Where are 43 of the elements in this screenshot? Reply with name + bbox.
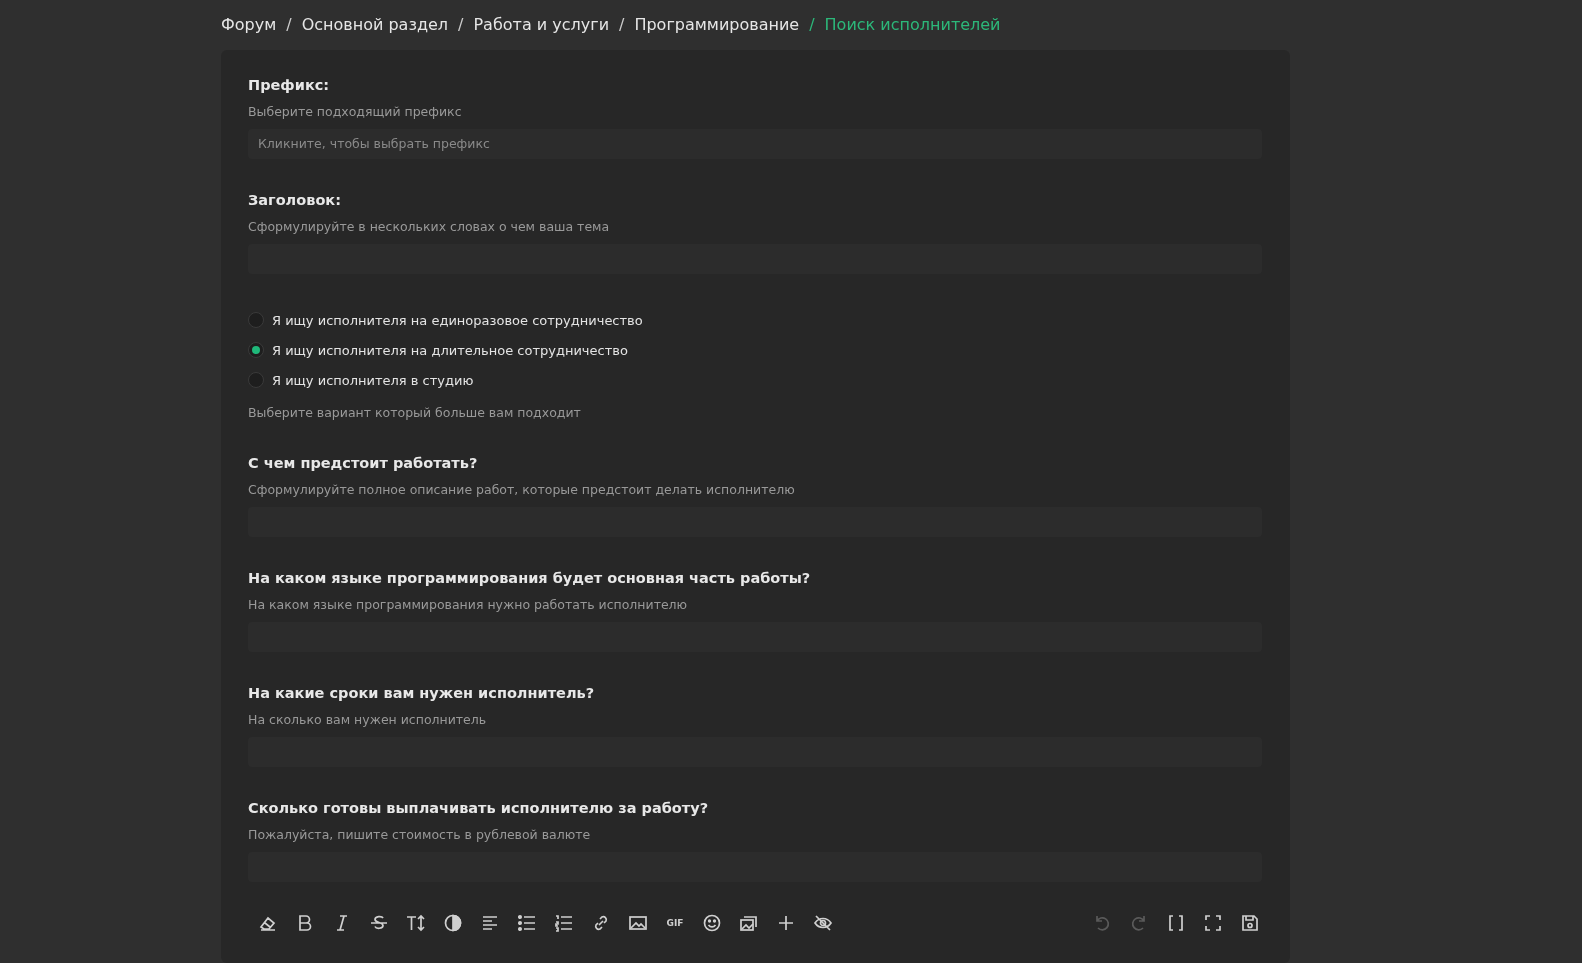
radio-label[interactable]: Я ищу исполнителя на единоразовое сотрудничество (272, 312, 643, 328)
breadcrumb-separator: / (286, 14, 292, 34)
align-left-icon[interactable] (480, 913, 500, 933)
breadcrumb-separator: / (619, 14, 625, 34)
gallery-icon[interactable] (739, 913, 759, 933)
field-hint: Выберите вариант который больше вам подходит (248, 404, 581, 422)
radio-button[interactable] (248, 312, 264, 328)
field-label: Префикс: (248, 76, 330, 95)
plus-icon[interactable] (776, 913, 796, 933)
breadcrumb-link[interactable]: Форум (221, 14, 277, 34)
contrast-icon[interactable] (443, 913, 463, 933)
save-icon[interactable] (1240, 913, 1260, 933)
breadcrumb-current: Поиск исполнителей (824, 14, 1001, 34)
field-label: Сколько готовы выплачивать исполнителю за работу? (248, 799, 709, 818)
breadcrumb-separator: / (458, 14, 464, 34)
radio-label[interactable]: Я ищу исполнителя на длительное сотрудничество (272, 342, 628, 358)
field-hint: На сколько вам нужен исполнитель (248, 711, 487, 729)
breadcrumb-link[interactable]: Основной раздел (301, 14, 449, 34)
field-label: На какие сроки вам нужен исполнитель? (248, 684, 595, 703)
radio-label[interactable]: Я ищу исполнителя в студию (272, 372, 474, 388)
field-hint: Сформулируйте в нескольких словах о чем ваша тема (248, 218, 610, 236)
radio-button[interactable] (248, 372, 264, 388)
hidden-eye-icon[interactable] (813, 913, 833, 933)
bullet-list-icon[interactable] (517, 913, 537, 933)
brackets-icon[interactable] (1166, 913, 1186, 933)
field-hint: На каком языке программирования нужно работать исполнителю (248, 596, 688, 614)
breadcrumb-link[interactable]: Работа и услуги (473, 14, 610, 34)
field-hint: Сформулируйте полное описание работ, которые предстоит делать исполнителю (248, 481, 795, 499)
field-label: С чем предстоит работать? (248, 454, 478, 473)
field-hint: Выберите подходящий префикс (248, 103, 462, 121)
smiley-icon[interactable] (702, 913, 722, 933)
gif-button[interactable]: GIF (665, 918, 685, 928)
field-label: На каком языке программирования будет основная часть работы? (248, 569, 811, 588)
breadcrumb-link[interactable]: Программирование (634, 14, 800, 34)
field-label: Заголовок: (248, 191, 341, 210)
radio-button[interactable] (248, 342, 264, 358)
numbered-list-icon[interactable] (554, 913, 574, 933)
text-size-icon[interactable] (406, 913, 426, 933)
fullscreen-icon[interactable] (1203, 913, 1223, 933)
image-icon[interactable] (628, 913, 648, 933)
field-hint: Пожалуйста, пишите стоимость в рублевой валюте (248, 826, 591, 844)
prefix-select[interactable]: Кликните, чтобы выбрать префикс (248, 129, 1262, 159)
breadcrumb-separator: / (809, 14, 815, 34)
